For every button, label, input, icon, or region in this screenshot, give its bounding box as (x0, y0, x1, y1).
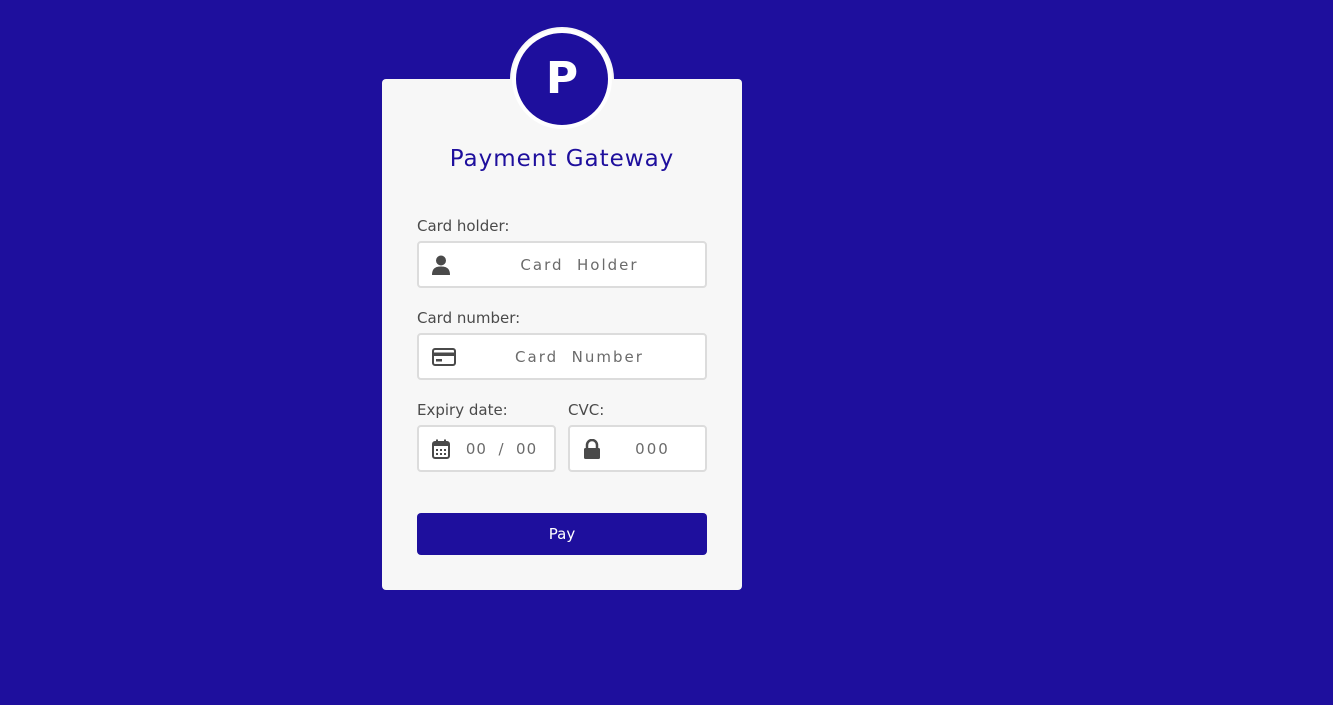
page-title: Payment Gateway (449, 146, 675, 172)
credit-card-icon (432, 347, 456, 366)
calendar-icon (432, 439, 450, 459)
expiry-date-input[interactable] (459, 427, 544, 470)
card-holder-input[interactable] (464, 243, 695, 286)
cvc-input[interactable] (610, 427, 695, 470)
pay-button[interactable]: Pay (417, 513, 707, 555)
cvc-label: CVC: (568, 401, 605, 419)
card-number-field[interactable] (417, 333, 707, 380)
card-number-input[interactable] (464, 335, 695, 378)
user-icon (432, 255, 450, 275)
card-holder-label: Card holder: (417, 217, 510, 235)
card-number-label: Card number: (417, 309, 521, 327)
expiry-date-field[interactable] (417, 425, 556, 472)
lock-icon (583, 438, 601, 459)
logo-badge: P (512, 29, 612, 129)
cvc-field[interactable] (568, 425, 707, 472)
card-holder-field[interactable] (417, 241, 707, 288)
expiry-date-label: Expiry date: (417, 401, 508, 419)
logo-letter: P (545, 53, 579, 104)
payment-page: P Payment Gateway Card holder: Card numb… (0, 0, 1333, 705)
